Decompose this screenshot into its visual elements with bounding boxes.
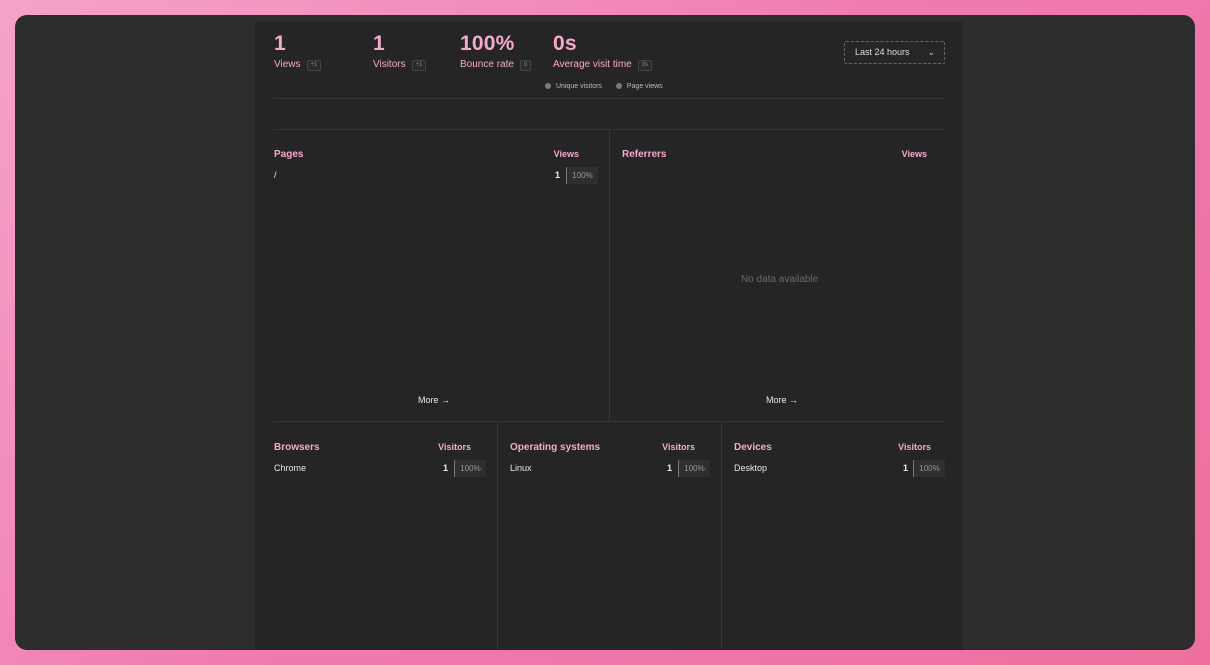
referrers-column-header: Views [901,149,927,159]
metrics-bar: 1 Views +1 1 Visitors +1 100% Bounce rate 0… [274,32,694,72]
date-range-label: Last 24 hours [855,47,910,57]
metric-label: Average visit time [553,59,632,70]
row-value: 1 [554,170,560,180]
app-window: 1 Views +1 1 Visitors +1 100% Bounce rate 0… [15,15,1195,650]
divider [721,421,722,650]
metric-bounce-rate[interactable]: 100% Bounce rate 0 [460,32,532,72]
row-label[interactable]: Linux [510,463,532,473]
divider [274,98,945,99]
metric-average-visit-time[interactable]: 0s Average visit time 0s [553,32,653,72]
row-percent: 100% [913,460,945,477]
metric-change: +1 [411,60,427,71]
legend-label: Page views [626,83,663,90]
metric-change: 0s [637,60,653,71]
metric-change: +1 [306,60,322,71]
date-range-select[interactable]: Last 24 hours ⌄ [844,41,945,64]
metric-value: 1 [274,32,286,55]
row-value: 1 [442,463,448,473]
row-label[interactable]: Chrome [274,463,306,473]
row-label[interactable]: / [274,170,277,180]
metric-label: Visitors [373,59,406,70]
referrers-title: Referrers [622,149,667,160]
chart-legend: Unique visitors Page views [545,83,675,90]
dashboard-panel: 1 Views +1 1 Visitors +1 100% Bounce rate 0… [255,22,963,650]
devices-column-header: Visitors [898,442,931,452]
pages-title: Pages [274,149,304,160]
metric-change: 0 [519,60,532,71]
row-value: 1 [902,463,908,473]
row-percent: 100% [678,460,710,477]
row-value: 1 [666,463,672,473]
legend-label: Unique visitors [556,83,602,90]
row-label[interactable]: Desktop [734,463,767,473]
divider [274,421,945,422]
legend-item-unique-visitors[interactable]: Unique visitors [545,83,602,90]
divider [497,421,498,650]
row-percent: 100% [566,167,598,184]
os-column-header: Visitors [662,442,695,452]
referrers-more-link[interactable]: More → [766,395,798,405]
row-percent: 100% [454,460,486,477]
empty-state: No data available [741,274,819,285]
metric-value: 0s [553,32,577,55]
metric-label: Views [274,59,301,70]
devices-title: Devices [734,442,772,453]
metric-label: Bounce rate [460,59,514,70]
pages-column-header: Views [553,149,579,159]
metric-value: 1 [373,32,385,55]
legend-item-page-views[interactable]: Page views [615,83,663,90]
chevron-down-icon: ⌄ [927,47,935,57]
more-label: More [418,395,439,405]
browsers-title: Browsers [274,442,320,453]
legend-dot-icon [545,83,551,89]
browsers-column-header: Visitors [438,442,471,452]
os-title: Operating systems [510,442,601,453]
arrow-right-icon: → [789,395,799,405]
metric-visitors[interactable]: 1 Visitors +1 [373,32,427,72]
legend-dot-icon [615,83,622,89]
more-label: More [766,395,787,405]
metric-views[interactable]: 1 Views +1 [274,32,322,72]
metric-value: 100% [460,32,515,55]
divider [609,129,610,421]
arrow-right-icon: → [441,395,451,405]
pages-more-link[interactable]: More → [418,395,450,405]
